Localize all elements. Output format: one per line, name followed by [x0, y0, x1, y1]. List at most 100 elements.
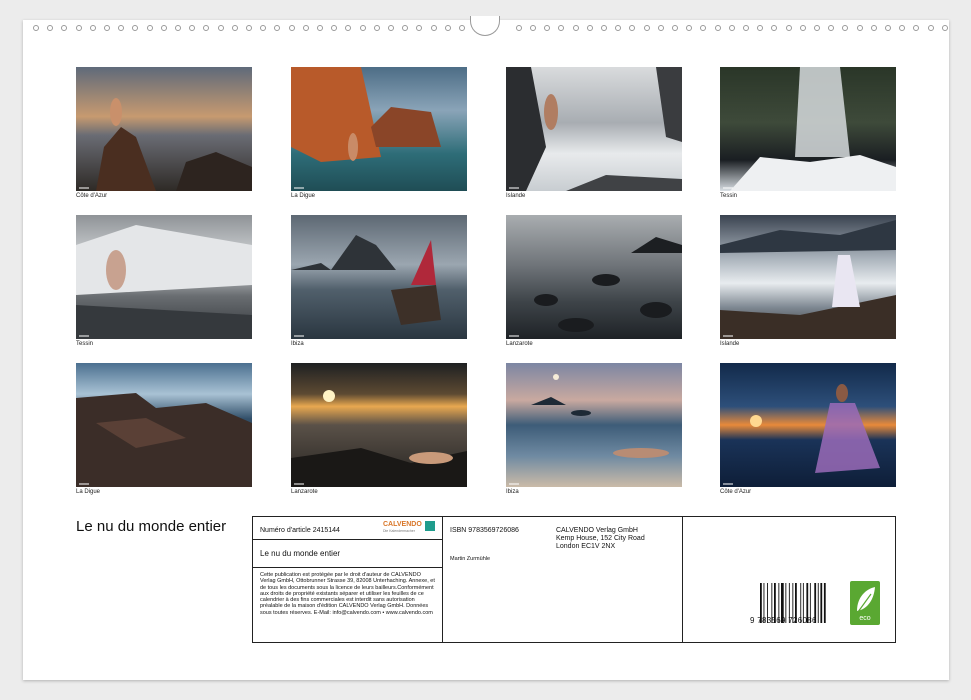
binding-hole [33, 25, 39, 31]
binding-hole [189, 25, 196, 31]
binding-hole [657, 25, 664, 31]
photo-caption: Lanzarote [291, 489, 318, 495]
binding-hole [104, 25, 110, 31]
binding-hole [47, 25, 54, 31]
photo-caption: Islande [720, 341, 740, 347]
publisher-city: London EC1V 2NX [556, 543, 616, 550]
binding-hole [246, 25, 252, 31]
binding-hole [828, 25, 835, 31]
photo-thumbnail [720, 215, 896, 339]
binding-hole [870, 25, 877, 31]
photo-caption: Tessin [76, 341, 94, 347]
calendar-back-page: Côte d'Azur La Digue Islande Tessin Tess… [23, 16, 949, 680]
binding-hole [416, 25, 423, 31]
photo-thumbnail [76, 363, 252, 487]
photo-thumbnail [76, 67, 252, 191]
binding-hole [686, 25, 693, 31]
binding-hole [444, 25, 451, 31]
binding-hole [89, 25, 96, 31]
binding-hole [572, 25, 579, 31]
photo-thumbnail [720, 363, 896, 487]
binding-hole [842, 25, 849, 31]
binding-hole [714, 25, 721, 31]
binding-hole [160, 25, 167, 31]
binding-hole [544, 25, 551, 31]
binding-hole [728, 25, 735, 31]
binding-hole [515, 25, 522, 31]
binding-hole [799, 25, 806, 31]
binding-hole [899, 25, 906, 31]
binding-hole [615, 25, 622, 31]
binding-hole [61, 25, 68, 31]
info-box: Numéro d'article 2415144 CALVENDO Die Ka… [252, 516, 896, 643]
photo-thumbnail [291, 67, 467, 191]
binding-hole [359, 25, 366, 31]
binding-hole [459, 25, 465, 31]
binding-hole [856, 25, 863, 31]
photo-thumbnail [506, 67, 682, 191]
binding-hole [175, 25, 181, 31]
binding-hole [814, 25, 820, 31]
copyright-notice: Cette publication est protégée par le dr… [260, 572, 435, 616]
photo-caption: Ibiza [291, 341, 304, 347]
binding-hole [530, 25, 536, 31]
binding-hole [231, 25, 238, 31]
photo-thumbnail [720, 67, 896, 191]
binding-hole [771, 25, 778, 31]
binding-hole [601, 25, 607, 31]
photo-thumbnail [291, 215, 467, 339]
calendar-title: Le nu du monde entier [76, 518, 227, 535]
binding-hole [118, 25, 125, 31]
hanger-notch [470, 16, 500, 36]
photo-thumbnail [76, 215, 252, 339]
binding-hole [373, 25, 380, 31]
binding-hole [558, 25, 565, 31]
binding-hole [643, 25, 650, 31]
binding-hole [75, 25, 82, 31]
binding-hole [743, 25, 749, 31]
photo-caption: Lanzarote [506, 341, 533, 347]
binding-hole [146, 25, 153, 31]
logo-mark-icon [425, 521, 435, 531]
binding-hole [757, 25, 764, 31]
isbn: ISBN 9783569726086 [450, 527, 519, 534]
calendar-name: Le nu du monde entier [260, 549, 341, 558]
binding-hole [672, 25, 678, 31]
photo-caption: La Digue [291, 193, 316, 199]
calvendo-logo: CALVENDO Die Kalendermacher [383, 521, 437, 537]
binding-hole [700, 25, 707, 31]
photo-caption: Côte d'Azur [76, 193, 108, 199]
publisher-name: CALVENDO Verlag GmbH [556, 527, 638, 534]
binding-hole [586, 25, 593, 31]
binding-hole [288, 25, 295, 31]
binding-hole [785, 25, 792, 31]
photo-thumbnail [506, 215, 682, 339]
photo-thumbnail [291, 363, 467, 487]
binding-hole [629, 25, 636, 31]
article-number: Numéro d'article 2415144 [260, 527, 340, 534]
binding-hole [927, 25, 934, 31]
binding-hole [430, 25, 437, 31]
binding-hole [402, 25, 409, 31]
publisher-address: Kemp House, 152 City Road [556, 535, 645, 542]
binding-hole [260, 25, 267, 31]
photo-caption: Côte d'Azur [720, 489, 752, 495]
binding-hole [345, 25, 352, 31]
binding-hole [132, 25, 139, 31]
author: Martin Zurmühle [450, 556, 491, 562]
binding-hole [203, 25, 210, 31]
binding-hole [885, 25, 891, 31]
binding-hole [317, 25, 323, 31]
binding-hole [217, 25, 224, 31]
photo-caption: Islande [506, 193, 526, 199]
binding-hole [274, 25, 281, 31]
binding-hole [388, 25, 394, 31]
eco-label: eco [850, 581, 880, 625]
photo-caption: La Digue [76, 489, 101, 495]
binding-hole [331, 25, 338, 31]
photo-caption: Tessin [720, 193, 738, 199]
binding-hole [941, 25, 948, 31]
photo-thumbnail [506, 363, 682, 487]
photo-caption: Ibiza [506, 489, 519, 495]
eco-text: eco [859, 615, 871, 622]
